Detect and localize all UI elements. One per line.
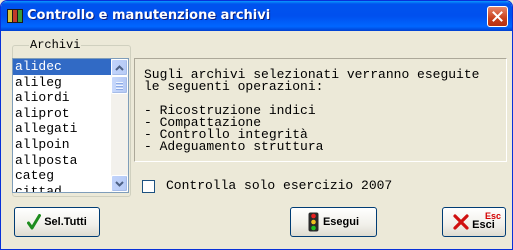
scroll-down-button[interactable]	[111, 175, 128, 192]
operations-panel: Sugli archivi selezionati verranno esegu…	[134, 58, 507, 162]
list-item[interactable]: alileg	[13, 75, 111, 91]
list-item[interactable]: cittad	[13, 184, 111, 192]
vertical-scrollbar[interactable]	[111, 59, 128, 192]
list-item[interactable]: aliprot	[13, 106, 111, 122]
list-item[interactable]: allegati	[13, 121, 111, 137]
dialog-window: Controllo e manutenzione archivi Archivi…	[0, 0, 513, 250]
scroll-thumb[interactable]	[111, 76, 128, 94]
year-only-checkbox[interactable]	[142, 180, 155, 193]
app-icon	[7, 9, 23, 23]
year-only-label[interactable]: Controlla solo esercizio 2007	[166, 178, 392, 193]
checkmark-icon	[27, 214, 42, 230]
info-intro-line-2: le seguenti operazioni:	[144, 79, 324, 94]
operation-item: - Adeguamento struttura	[144, 139, 324, 154]
window-title: Controllo e manutenzione archivi	[27, 8, 271, 23]
list-item[interactable]: categ	[13, 168, 111, 184]
archives-listbox[interactable]: alidec alileg aliordi aliprot allegati a…	[12, 58, 129, 193]
title-bar[interactable]: Controllo e manutenzione archivi	[1, 1, 512, 31]
close-button[interactable]	[487, 6, 508, 27]
list-item[interactable]: allpoin	[13, 137, 111, 153]
chevron-up-icon	[115, 64, 124, 71]
scroll-up-button[interactable]	[111, 59, 128, 76]
select-all-label: Sel.Tutti	[44, 216, 87, 228]
chevron-down-icon	[115, 180, 124, 187]
list-item[interactable]: aliordi	[13, 90, 111, 106]
exit-button[interactable]: Esci Esc	[442, 207, 506, 237]
dialog-body: Archivi alidec alileg aliordi aliprot al…	[4, 31, 510, 247]
close-icon	[492, 11, 503, 22]
list-item[interactable]: allposta	[13, 153, 111, 169]
archives-group-label: Archivi	[29, 38, 82, 52]
red-x-icon	[453, 214, 469, 230]
esc-shortcut-tag: Esc	[485, 211, 502, 221]
run-button[interactable]: Esegui	[290, 207, 377, 237]
archives-list: alidec alileg aliordi aliprot allegati a…	[13, 59, 111, 192]
select-all-button[interactable]: Sel.Tutti	[14, 207, 100, 237]
traffic-light-icon	[308, 212, 319, 232]
list-item[interactable]: alidec	[13, 59, 111, 75]
run-label: Esegui	[322, 216, 360, 228]
